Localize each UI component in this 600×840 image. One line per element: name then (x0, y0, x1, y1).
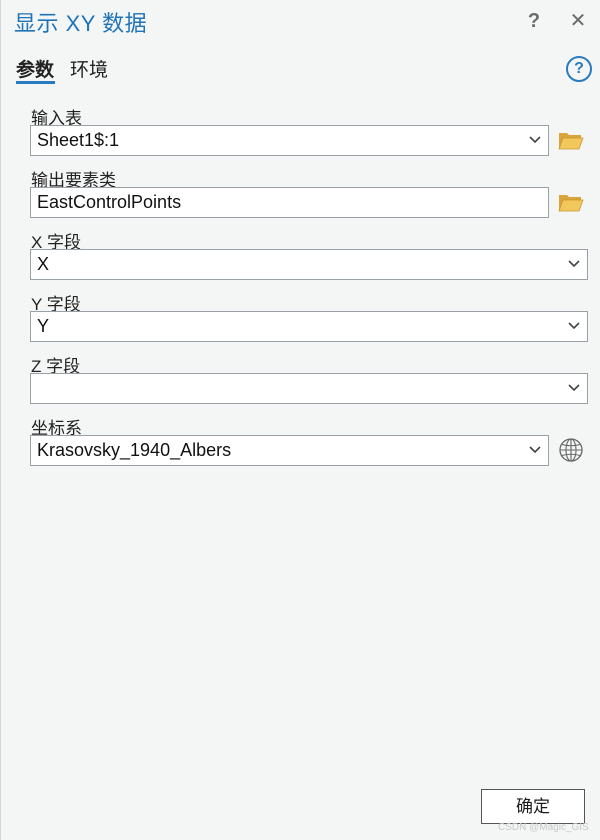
output-feature-class-value: EastControlPoints (37, 192, 182, 212)
chevron-down-icon[interactable] (529, 445, 541, 455)
coordinate-system-value: Krasovsky_1940_Albers (37, 440, 232, 460)
chevron-down-icon[interactable] (529, 135, 541, 145)
tab-parameters[interactable]: 参数 (16, 55, 54, 82)
folder-icon[interactable] (558, 191, 584, 213)
input-table-dropdown[interactable]: Sheet1$:1 (30, 125, 549, 156)
close-icon[interactable]: ✕ (565, 8, 591, 34)
folder-icon[interactable] (558, 129, 584, 151)
x-field-dropdown[interactable]: X (30, 249, 588, 280)
input-table-value: Sheet1$:1 (37, 130, 120, 150)
globe-icon[interactable] (558, 437, 584, 463)
help-circle-icon[interactable]: ? (566, 56, 592, 82)
ok-button[interactable]: 确定 (481, 789, 585, 824)
y-field-dropdown[interactable]: Y (30, 311, 588, 342)
chevron-down-icon[interactable] (568, 321, 580, 331)
window-help-button[interactable]: ? (521, 8, 547, 34)
chevron-down-icon[interactable] (568, 383, 580, 393)
y-field-value: Y (37, 316, 50, 336)
watermark: CSDN @Magic_GIS (498, 822, 589, 833)
active-tab-indicator (16, 81, 55, 84)
chevron-down-icon[interactable] (568, 259, 580, 269)
dialog-title: 显示 XY 数据 (14, 11, 148, 36)
x-field-value: X (37, 254, 50, 274)
output-feature-class-input[interactable]: EastControlPoints (30, 187, 549, 218)
coordinate-system-dropdown[interactable]: Krasovsky_1940_Albers (30, 435, 549, 466)
tab-environments[interactable]: 环境 (70, 55, 108, 82)
z-field-dropdown[interactable] (30, 373, 588, 404)
